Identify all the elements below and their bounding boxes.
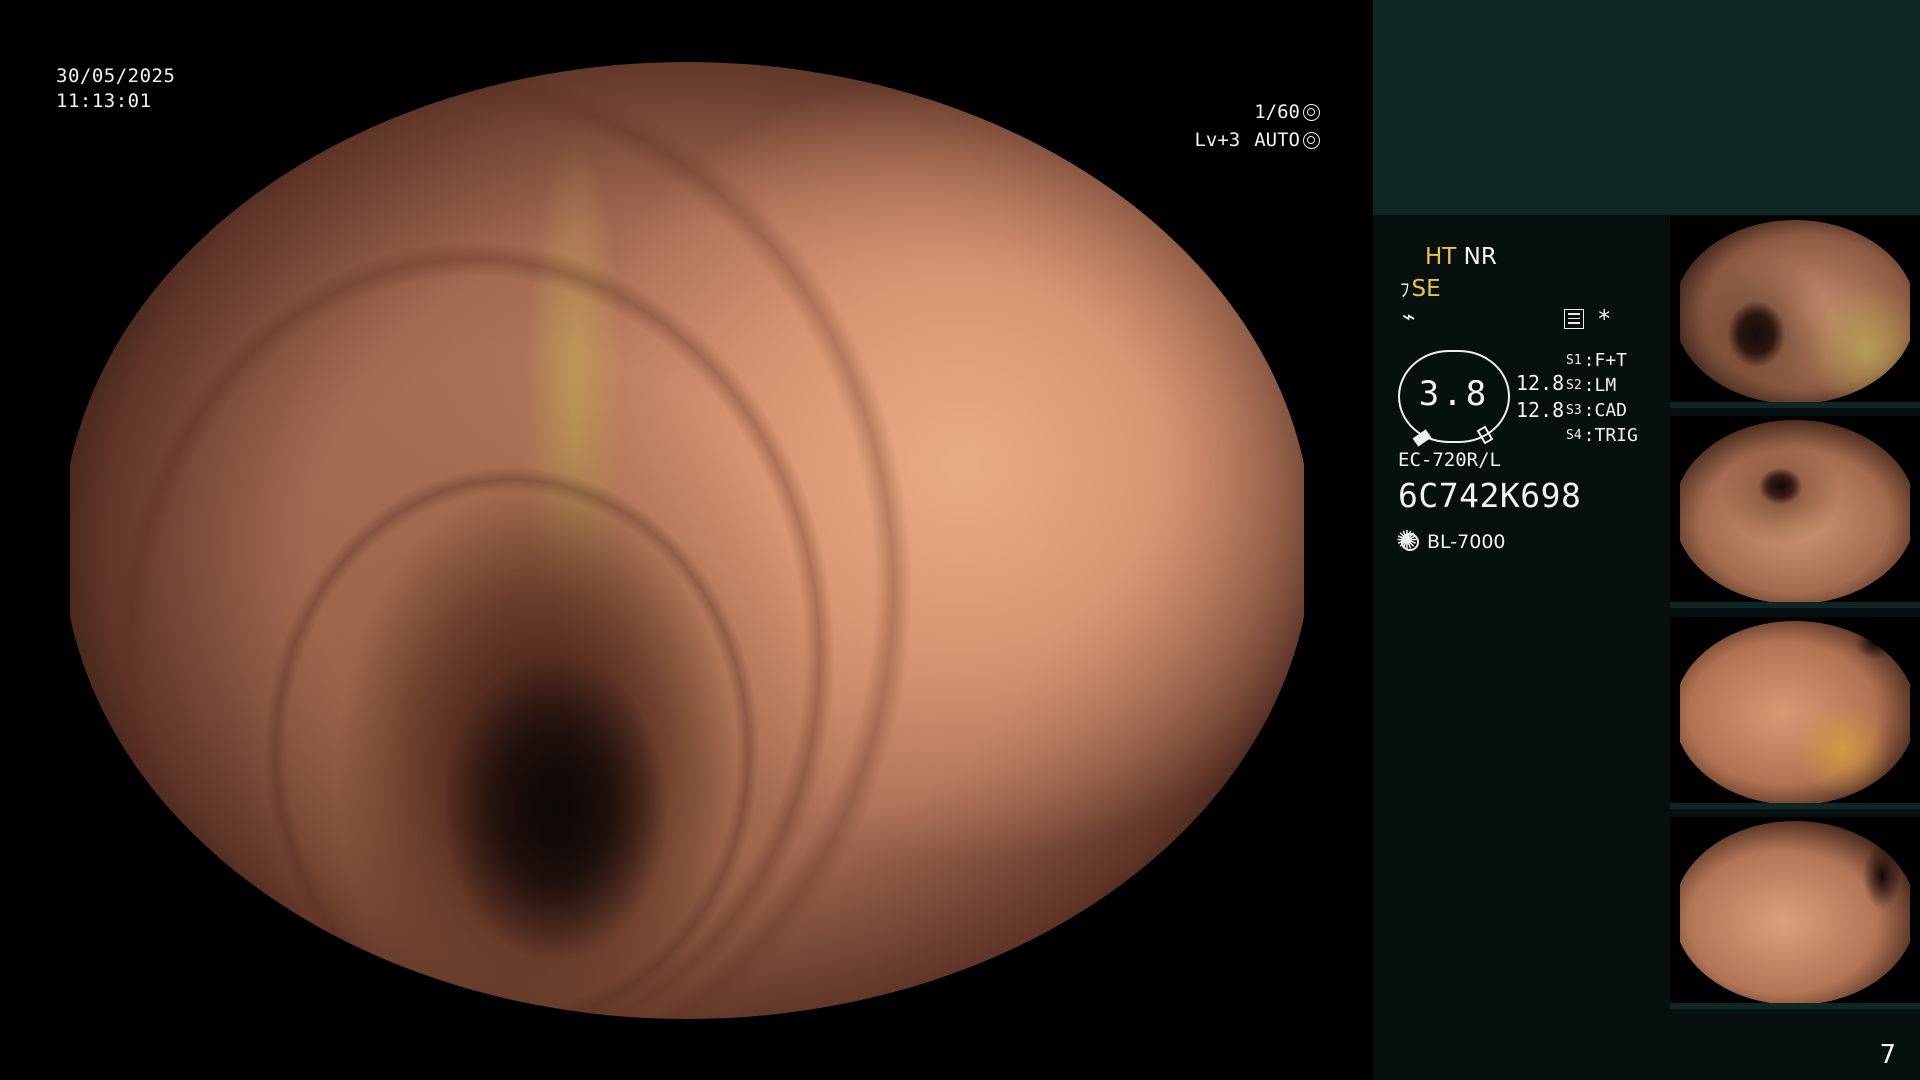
- brightness-level: Lv+3: [1194, 129, 1241, 151]
- setting-key: S1: [1566, 353, 1582, 368]
- thumbnail-image: [1680, 420, 1910, 604]
- ht-label: HT: [1425, 244, 1457, 270]
- capture-thumbnail[interactable]: [1670, 617, 1920, 809]
- iris-icon: [1303, 131, 1320, 149]
- se-indicator: ﾌSE: [1400, 275, 1441, 302]
- thumbnail-image: [1680, 821, 1910, 1005]
- setting-value: F+T: [1594, 350, 1628, 371]
- gauge-readout: 12.8 12.8: [1516, 370, 1564, 424]
- capture-thumbnail[interactable]: [1670, 817, 1920, 1009]
- shutter-speed: 1/60: [1254, 101, 1300, 123]
- endoscope-live-image: [70, 62, 1304, 1019]
- setting-key: S4: [1566, 428, 1582, 443]
- se-label: SE: [1411, 276, 1441, 302]
- light-bulb-icon: [1396, 526, 1419, 556]
- scope-model: EC-720R/L: [1398, 449, 1501, 471]
- thumbnail-caption-bar: [1670, 803, 1920, 809]
- light-source: BL-7000: [1396, 526, 1506, 556]
- enhance-symbol-icon: ⌁: [1402, 305, 1416, 330]
- exposure-mode: AUTO: [1254, 129, 1300, 151]
- structure-enhance-icon: ﾌ: [1400, 279, 1410, 301]
- setting-row: S2: LM: [1566, 375, 1617, 396]
- readout-bottom: 12.8: [1516, 398, 1565, 422]
- switch-settings: S1: F+T S2: LM S3: CAD S4: TRIG: [1566, 348, 1638, 448]
- ht-nr-indicator: HT NR: [1425, 244, 1497, 270]
- thumbnail-caption-bar: [1670, 402, 1920, 408]
- time-text: 11:13:01: [56, 90, 152, 112]
- readout-top: 12.8: [1516, 371, 1565, 395]
- magnification-gauge: 3.8: [1398, 350, 1510, 447]
- date-text: 30/05/2025: [56, 65, 176, 87]
- capture-thumbnail[interactable]: [1670, 216, 1920, 408]
- setting-key: S2: [1566, 378, 1582, 393]
- page-number: 7: [1879, 1040, 1896, 1070]
- star-icon: *: [1597, 305, 1612, 333]
- scope-serial: 6C742K698: [1398, 476, 1582, 515]
- thumbnail-image: [1680, 621, 1910, 805]
- exposure-overlay: 1/60 Lv+3 AUTO: [1194, 98, 1320, 154]
- datetime-overlay: 30/05/2025 11:13:01: [56, 64, 175, 114]
- setting-row: S1: F+T: [1566, 350, 1628, 371]
- endoscope-main-view: 30/05/2025 11:13:01 1/60 Lv+3 AUTO: [0, 0, 1372, 1080]
- thumbnail-image: [1680, 220, 1910, 404]
- menu-list-icon: [1564, 309, 1584, 329]
- setting-row: S4: TRIG: [1566, 425, 1638, 446]
- shutter-icon: [1303, 103, 1320, 121]
- sidebar-header: [1373, 0, 1920, 215]
- gauge-value: 3.8: [1418, 374, 1490, 414]
- nr-label: NR: [1463, 244, 1497, 270]
- setting-value: CAD: [1594, 400, 1628, 421]
- setting-value: TRIG: [1594, 425, 1638, 446]
- setting-row: S3: CAD: [1566, 400, 1628, 421]
- light-source-label: BL-7000: [1427, 531, 1506, 553]
- thumbnail-caption-bar: [1670, 1003, 1920, 1009]
- setting-key: S3: [1566, 403, 1582, 418]
- thumbnail-caption-bar: [1670, 602, 1920, 608]
- setting-value: LM: [1594, 375, 1617, 396]
- capture-thumbnail[interactable]: [1670, 416, 1920, 608]
